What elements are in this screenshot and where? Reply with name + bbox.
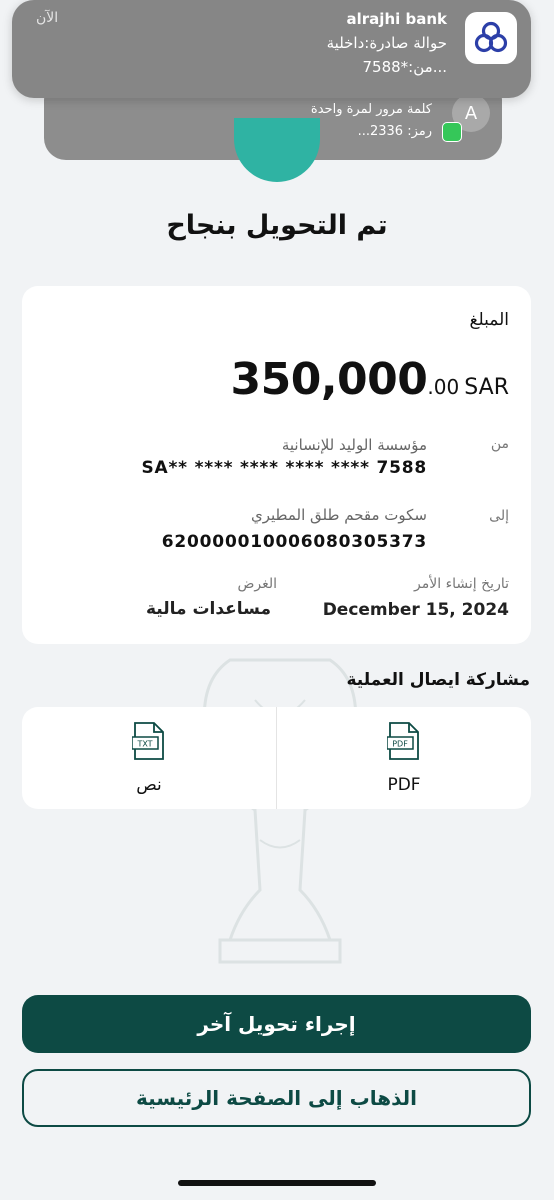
purpose-label: الغرض — [237, 576, 277, 592]
from-name: مؤسسة الوليد للإنسانية — [281, 436, 427, 454]
share-receipt-title: مشاركة ايصال العملية — [346, 670, 530, 690]
date-value: December 15, 2024 — [322, 600, 509, 620]
amount-integer: 350,000 — [230, 354, 428, 405]
amount-value: 350,000.00 SAR — [230, 354, 509, 405]
from-label: من — [490, 436, 509, 452]
home-indicator[interactable] — [178, 1180, 376, 1186]
alrajhi-logo-icon — [465, 12, 517, 64]
sms-line-1: كلمة مرور لمرة واحدة — [310, 102, 432, 117]
page-title: تم التحويل بنجاح — [166, 210, 388, 241]
go-home-button[interactable]: الذهاب إلى الصفحة الرئيسية — [22, 1069, 531, 1127]
share-text-option[interactable]: TXT نص — [22, 707, 276, 809]
messages-app-icon — [442, 122, 462, 142]
share-pdf-option[interactable]: PDF PDF — [277, 707, 531, 809]
pdf-icon-label: PDF — [392, 740, 408, 749]
notification-line-1: حوالة صادرة:داخلية — [326, 34, 447, 52]
to-label: إلى — [489, 508, 509, 524]
bank-notification[interactable]: alrajhi bank الآن حوالة صادرة:داخلية من:… — [12, 0, 531, 98]
amount-currency: SAR — [464, 375, 509, 400]
date-label: تاريخ إنشاء الأمر — [414, 576, 509, 592]
amount-label: المبلغ — [469, 310, 509, 330]
pdf-file-icon: PDF — [387, 722, 419, 760]
notification-time: الآن — [36, 10, 59, 26]
notification-line-2: من:*7588... — [362, 58, 447, 76]
share-options-card: TXT نص PDF PDF — [22, 707, 531, 809]
txt-icon-label: TXT — [136, 740, 152, 749]
share-pdf-label: PDF — [387, 775, 421, 795]
to-name: سكوت مقحم طلق المطيري — [251, 506, 427, 524]
from-account: SA** **** **** **** **** 7588 — [141, 458, 427, 478]
amount-decimal: .00 — [427, 375, 460, 399]
sms-line-2: رمز: 2336... — [357, 124, 432, 139]
new-transfer-button[interactable]: إجراء تحويل آخر — [22, 995, 531, 1053]
share-text-label: نص — [136, 775, 162, 795]
purpose-value: مساعدات مالية — [145, 599, 271, 619]
success-check-icon — [234, 118, 320, 182]
transfer-details-card: المبلغ 350,000.00 SAR من مؤسسة الوليد لل… — [22, 286, 531, 644]
txt-file-icon: TXT — [132, 722, 164, 760]
notification-app-name: alrajhi bank — [346, 10, 447, 28]
to-account: 620000010006080305373 — [161, 532, 427, 552]
